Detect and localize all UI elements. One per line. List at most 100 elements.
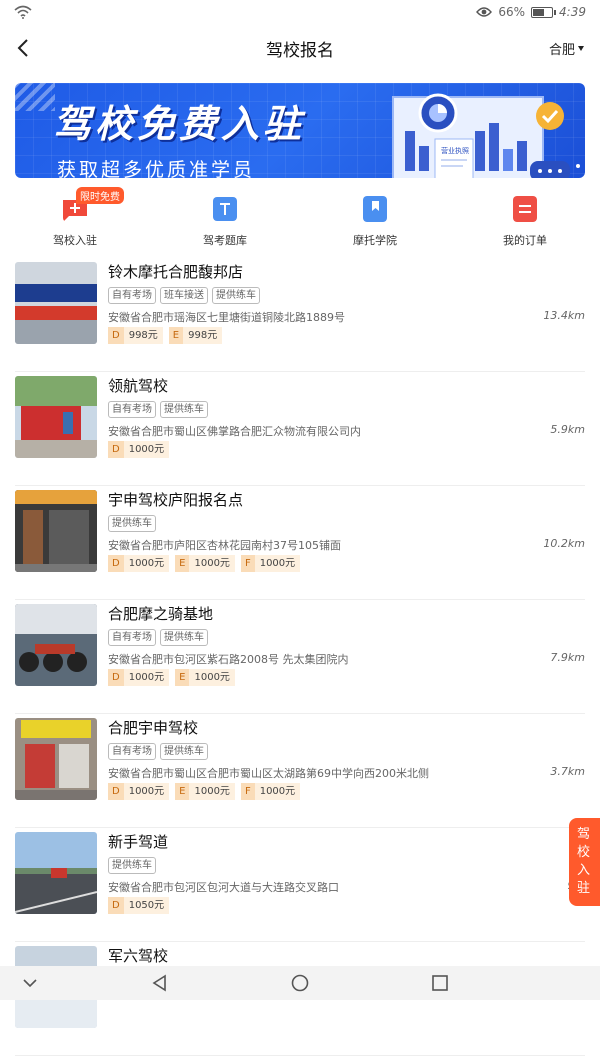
feature-tag: 提供练车	[160, 629, 208, 646]
school-thumbnail-image	[15, 718, 97, 800]
license-type: E	[175, 669, 190, 686]
banner-subtitle: 获取超多优质准学员	[57, 159, 256, 178]
price-chip: D 1000元	[108, 783, 170, 800]
battery-percent: 66%	[498, 5, 526, 19]
school-list-item[interactable]: 合肥摩之骑基地 自有考场 提供练车 安徽省合肥市包河区紫石路2008号 先太集团院内 7…	[0, 600, 600, 714]
license-type: D	[108, 441, 124, 458]
feature-tag: 自有考场	[108, 401, 156, 418]
school-name: 领航驾校	[108, 377, 169, 395]
license-type: E	[175, 783, 190, 800]
school-distance: 10.2km	[543, 537, 585, 550]
school-thumbnail-image	[15, 262, 97, 344]
feature-tag: 班车接送	[160, 287, 208, 304]
school-address: 安徽省合肥市蜀山区合肥市蜀山区太湖路第69中学向西200米北侧	[108, 767, 429, 780]
cat-label: 驾校入驻	[53, 234, 97, 247]
feature-tag: 提供练车	[108, 515, 156, 532]
license-type: F	[240, 555, 255, 572]
feature-tag: 提供练车	[160, 743, 208, 760]
school-distance: 3.7km	[550, 765, 585, 778]
home-circle-icon[interactable]	[291, 974, 309, 992]
eye-comfort-icon	[476, 7, 493, 17]
feature-tags: 提供练车	[108, 857, 156, 874]
license-card-label: 营业执照	[441, 146, 469, 155]
school-address: 安徽省合肥市庐阳区杏林花园南村37号105铺面	[108, 539, 341, 552]
feature-tags: 自有考场 提供练车	[108, 401, 208, 418]
school-name: 军六驾校	[108, 947, 169, 965]
price-value: 998元	[128, 330, 158, 341]
feature-tags: 自有考场 提供练车	[108, 743, 208, 760]
school-list-item[interactable]: 新手驾道提供练车安徽省合肥市包河区包河大道与大连路交叉路口9.3D1050元	[0, 828, 600, 942]
price-chip: D 1000元	[108, 441, 170, 458]
cat-exam-bank[interactable]: 驾考题库	[150, 190, 300, 252]
school-address: 安徽省合肥市瑶海区七里塘街道铜陵北路1889号	[108, 311, 345, 324]
school-thumbnail	[15, 832, 97, 914]
school-name: 合肥摩之骑基地	[108, 605, 214, 623]
school-list-item[interactable]: 合肥宇申驾校 自有考场 提供练车 安徽省合肥市蜀山区合肥市蜀山区太湖路第69中学向西2…	[0, 714, 600, 828]
school-name: 铃木摩托合肥馥邦店	[108, 263, 244, 281]
banner-title: 驾校免费入驻	[53, 102, 306, 146]
cat-label: 驾考题库	[203, 234, 247, 247]
price-chip: E 1000元	[175, 555, 235, 572]
school-thumbnail	[15, 718, 97, 800]
school-thumbnail	[15, 490, 97, 572]
price-value: 1000元	[128, 786, 165, 797]
feature-tag: 自有考场	[108, 743, 156, 760]
clock: 4:39	[559, 5, 586, 19]
school-list-item[interactable]: 领航驾校 自有考场 提供练车 安徽省合肥市蜀山区佛掌路合肥汇众物流有限公司内 5.9km…	[0, 372, 600, 486]
system-nav-bar	[0, 966, 600, 1000]
school-list: 铃木摩托合肥馥邦店 自有考场 班车接送 提供练车 安徽省合肥市瑶海区七里塘街道铜陵北路1…	[0, 258, 600, 1056]
float-join-button[interactable]: 驾校入驻	[569, 818, 600, 906]
feature-tag: 提供练车	[212, 287, 260, 304]
cat-my-orders[interactable]: 我的订单	[450, 190, 600, 252]
price-chip: D 1000元	[108, 669, 170, 686]
feature-tag: 自有考场	[108, 629, 156, 646]
price-value: 1000元	[128, 672, 165, 683]
school-name: 新手驾道	[108, 833, 169, 851]
city-selector[interactable]: 合肥	[549, 39, 584, 58]
price-value: 1000元	[128, 558, 165, 569]
school-thumbnail-image	[15, 604, 97, 686]
price-list: D 998元 E 998元	[108, 327, 223, 344]
cat-school-join[interactable]: 限时免费 驾校入驻	[0, 187, 150, 252]
promo-banner[interactable]: 驾校免费入驻 获取超多优质准学员 营业执照	[15, 83, 585, 178]
price-value: 1000元	[194, 672, 230, 683]
status-bar: 66% 4:39	[0, 0, 600, 26]
license-type: E	[175, 555, 190, 572]
feature-tag: 提供练车	[160, 401, 208, 418]
feature-tag: 自有考场	[108, 287, 156, 304]
recents-square-icon[interactable]	[431, 974, 449, 992]
school-thumbnail	[15, 604, 97, 686]
price-chip: F 1000元	[240, 555, 301, 572]
feature-tags: 自有考场 班车接送 提供练车	[108, 287, 260, 304]
back-triangle-icon[interactable]	[151, 974, 169, 992]
school-list-item[interactable]: 铃木摩托合肥馥邦店 自有考场 班车接送 提供练车安徽省合肥市瑶海区七里塘街道铜陵北路1…	[0, 258, 600, 372]
license-type: D	[108, 555, 124, 572]
school-thumbnail	[15, 262, 97, 344]
feature-tag: 提供练车	[108, 857, 156, 874]
price-chip: E 998元	[168, 327, 223, 344]
category-bar: 限时免费 驾校入驻 驾考题库 摩托学院 我的订单	[0, 187, 600, 252]
feature-tags: 提供练车	[108, 515, 156, 532]
text-book-icon	[213, 197, 237, 221]
banner-stripes	[15, 83, 55, 111]
school-list-item[interactable]: 宇申驾校庐阳报名点 提供练车安徽省合肥市庐阳区杏林花园南村37号105铺面 10.2…	[0, 486, 600, 600]
school-thumbnail-image	[15, 376, 97, 458]
feature-tags: 自有考场 提供练车	[108, 629, 208, 646]
license-type: F	[240, 783, 255, 800]
price-chip: D 1050元	[108, 897, 170, 914]
wifi-icon	[14, 5, 32, 19]
cat-moto-academy[interactable]: 摩托学院	[300, 190, 450, 252]
price-value: 1000元	[259, 558, 296, 569]
banner-illustration: 营业执照	[392, 93, 580, 178]
price-value: 1000元	[259, 786, 296, 797]
license-type: D	[108, 783, 124, 800]
school-name: 宇申驾校庐阳报名点	[108, 491, 244, 509]
collapse-icon[interactable]	[21, 974, 39, 992]
float-join-label: 驾校入驻	[577, 827, 591, 896]
license-type: D	[108, 897, 124, 914]
price-chip: F 1000元	[240, 783, 301, 800]
dropdown-arrow-icon	[578, 46, 584, 51]
price-value: 1050元	[128, 900, 165, 911]
battery-icon	[531, 6, 557, 18]
school-distance: 5.9km	[550, 423, 585, 436]
